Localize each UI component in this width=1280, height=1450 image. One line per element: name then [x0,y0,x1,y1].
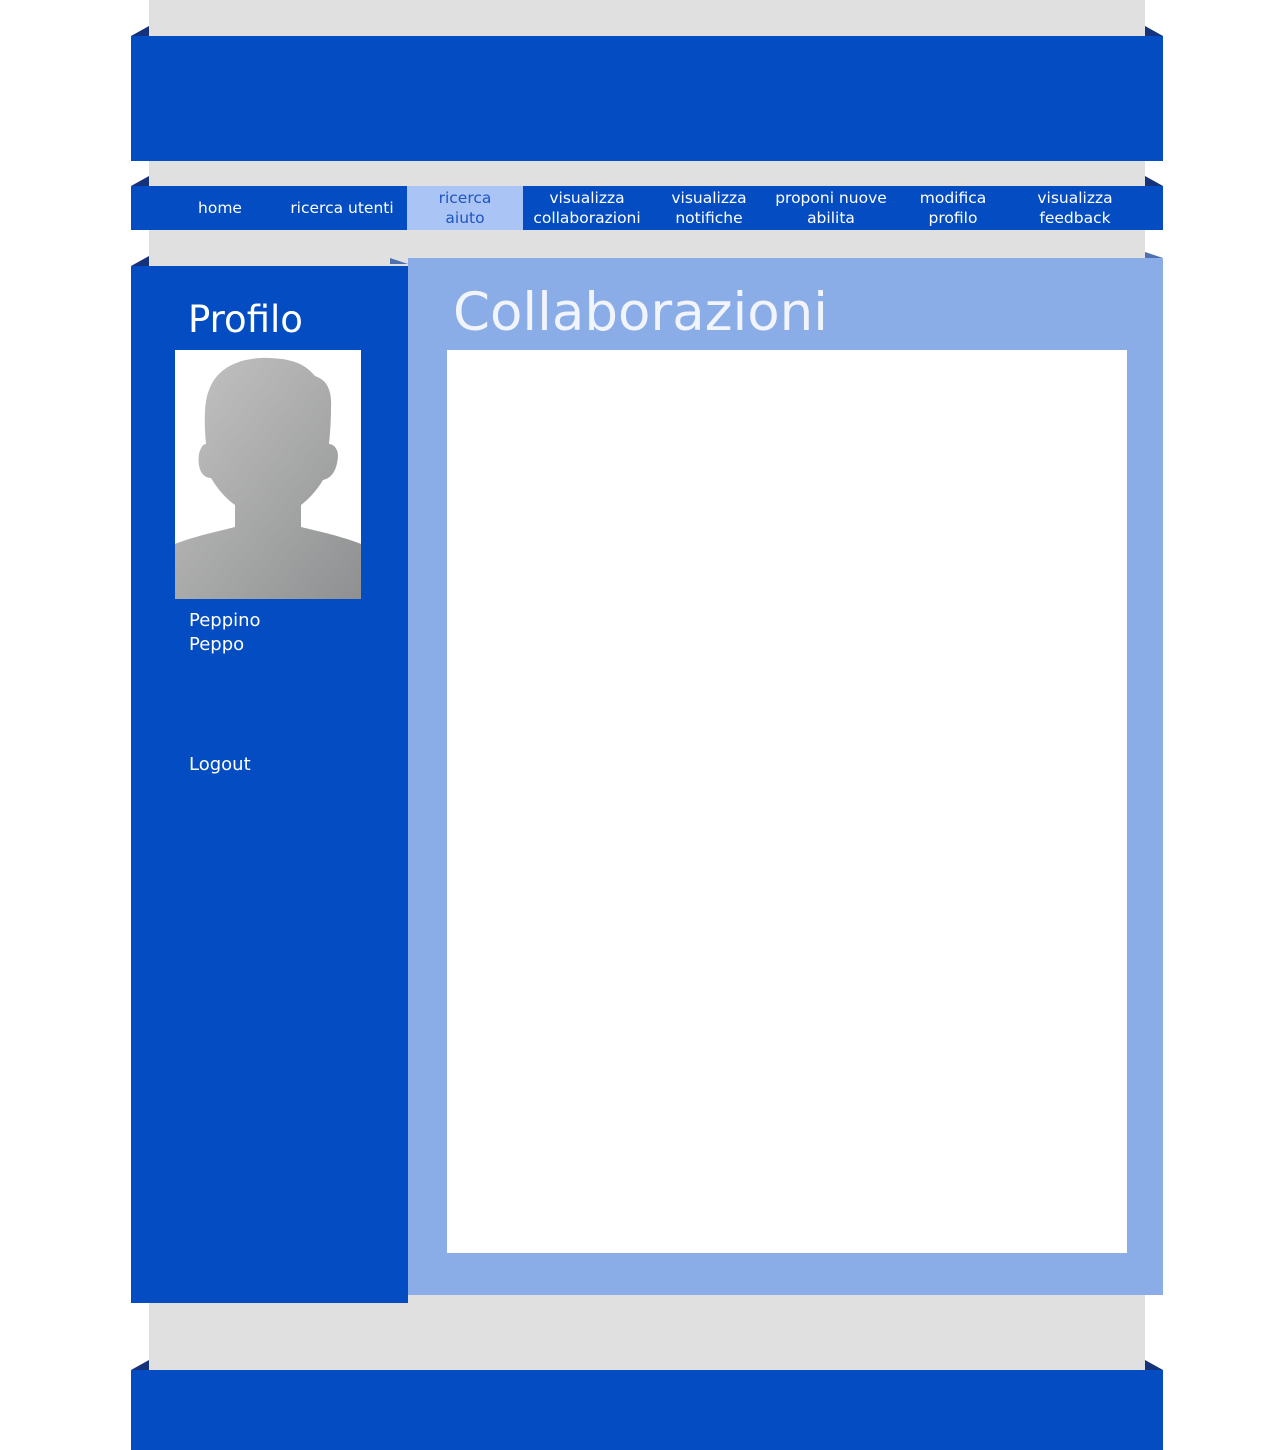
header-fold-right [1145,26,1163,36]
nav-item-visualizza-feedback[interactable]: visualizza feedback [1014,186,1136,230]
nav-item-visualizza-collaborazioni[interactable]: visualizza collaborazioni [526,186,648,230]
nav-fold-right [1145,176,1163,186]
nav-item-ricerca-aiuto[interactable]: ricerca aiuto [407,186,523,230]
footer-fold-right [1145,1360,1163,1370]
page-title: Collaborazioni [453,282,828,343]
profile-sidebar: Profilo Peppino Peppo Logout [131,266,408,1303]
site-header [131,36,1163,161]
nav-item-home[interactable]: home [159,186,281,230]
main-navigation: home ricerca utenti ricerca aiuto visual… [131,186,1163,230]
header-fold-left [131,26,149,36]
collaborations-content-area [447,350,1127,1253]
nav-item-proponi-nuove-abilita[interactable]: proponi nuove abilita [770,186,892,230]
nav-fold-left [131,176,149,186]
logout-link[interactable]: Logout [189,753,251,777]
main-panel: Collaborazioni [408,258,1163,1295]
main-fold-left [390,258,408,264]
user-silhouette-icon [175,357,361,599]
sidebar-title: Profilo [188,298,303,341]
nav-item-visualizza-notifiche[interactable]: visualizza notifiche [648,186,770,230]
avatar [175,350,361,599]
nav-item-modifica-profilo[interactable]: modifica profilo [892,186,1014,230]
sidebar-fold-left [131,256,149,266]
site-footer [131,1370,1163,1450]
nav-item-ricerca-utenti[interactable]: ricerca utenti [281,186,403,230]
user-name: Peppino Peppo [189,610,261,655]
footer-fold-left [131,1360,149,1370]
